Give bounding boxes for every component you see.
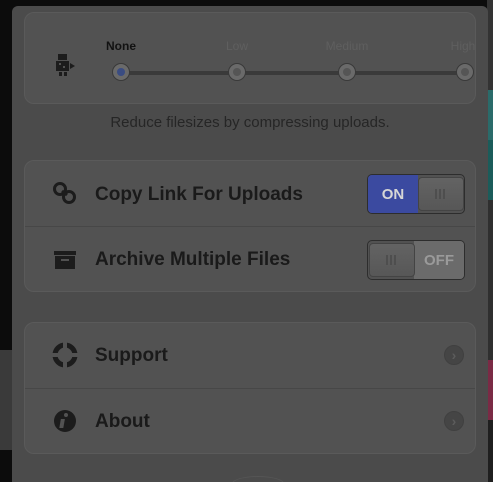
level-label-low: Low xyxy=(225,39,249,53)
archive-files-toggle[interactable]: OFF xyxy=(367,240,465,280)
toggle-off-text: OFF xyxy=(414,241,464,279)
copy-link-toggle[interactable]: ON xyxy=(367,174,465,214)
level-label-none: None xyxy=(106,39,136,53)
toggles-card: Copy Link For Uploads ON Archive Multipl… xyxy=(24,160,476,292)
archive-files-label: Archive Multiple Files xyxy=(95,249,291,270)
settings-panel: None Low Medium High Reduce filesizes by… xyxy=(12,6,488,482)
support-label: Support xyxy=(95,345,168,366)
toggle-thumb[interactable] xyxy=(418,177,464,211)
support-row[interactable]: Support › xyxy=(25,323,475,388)
toggle-thumb[interactable] xyxy=(369,243,415,277)
lifebuoy-icon xyxy=(51,341,79,369)
chevron-right-icon: › xyxy=(444,411,464,431)
compression-card: None Low Medium High xyxy=(24,12,476,104)
info-icon xyxy=(51,407,79,435)
compress-icon xyxy=(51,51,79,79)
link-icon xyxy=(51,179,79,207)
compression-knob-medium[interactable] xyxy=(338,63,356,81)
archive-icon xyxy=(51,246,79,274)
compression-knob-low[interactable] xyxy=(228,63,246,81)
chevron-right-icon: › xyxy=(444,345,464,365)
compression-caption: Reduce filesizes by compressing uploads. xyxy=(110,114,390,131)
level-label-high: High xyxy=(450,39,476,53)
bottom-handle xyxy=(232,476,284,482)
row-divider xyxy=(25,226,475,227)
about-row[interactable]: About › xyxy=(25,389,475,454)
level-label-medium: Medium xyxy=(325,39,369,53)
compression-slider-track[interactable] xyxy=(123,71,471,75)
compression-knob-none[interactable] xyxy=(112,63,130,81)
links-card: Support › About › xyxy=(24,322,476,454)
copy-link-label: Copy Link For Uploads xyxy=(95,184,303,205)
toggle-on-text: ON xyxy=(368,175,418,213)
about-label: About xyxy=(95,411,150,432)
compression-knob-high[interactable] xyxy=(456,63,474,81)
background-app-edge-left xyxy=(0,350,12,450)
